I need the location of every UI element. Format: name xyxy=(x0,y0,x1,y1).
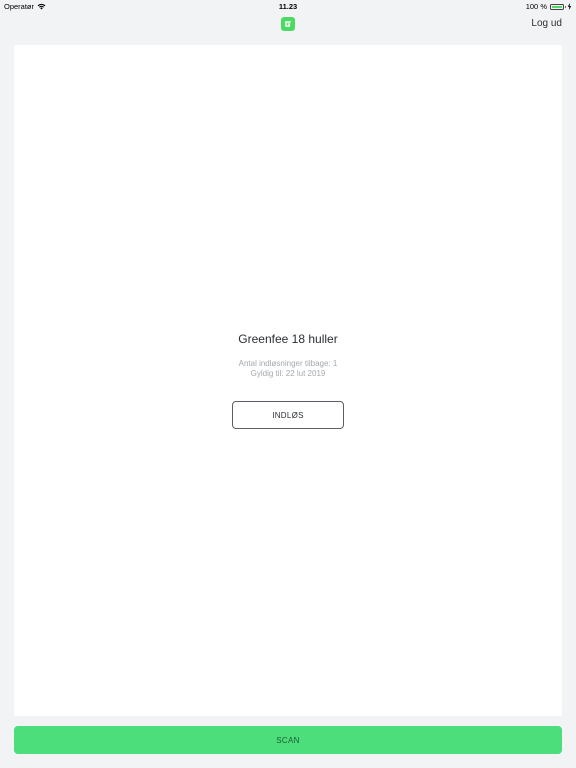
valid-until: Gyldig til: 22 lut 2019 xyxy=(250,369,326,378)
battery-cap xyxy=(564,5,566,8)
bolt-icon xyxy=(567,3,572,10)
pass-title: Greenfee 18 huller xyxy=(238,332,338,346)
battery-icon xyxy=(550,3,566,10)
status-time: 11.23 xyxy=(278,2,298,11)
redeem-button[interactable]: INDLØS xyxy=(232,401,344,429)
battery-percent: 100 % xyxy=(525,2,547,11)
logo-glyph-icon xyxy=(285,21,291,27)
logout-button[interactable]: Log ud xyxy=(531,18,562,29)
pass-card: Greenfee 18 huller Antal indløsninger ti… xyxy=(14,45,562,716)
app-logo-icon xyxy=(281,17,295,31)
scan-button[interactable]: SCAN xyxy=(14,726,562,754)
nav-bar: Log ud xyxy=(0,12,576,40)
battery-level xyxy=(552,5,562,8)
battery-group: 100 % xyxy=(526,2,572,11)
remaining-redemptions: Antal indløsninger tilbage: 1 xyxy=(238,359,338,368)
status-bar: Operatør 11.23 100 % xyxy=(0,0,576,12)
